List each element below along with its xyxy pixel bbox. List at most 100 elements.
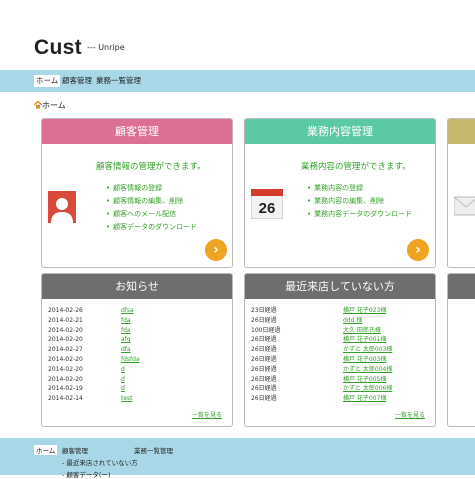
table-row: 23日経過 横戸 花子023様 bbox=[251, 306, 392, 316]
row-date: 2014-02-20 bbox=[48, 365, 83, 373]
business-feature-list: 業務内容の登録 業務内容の編集、削除 業務内容データのダウンロード bbox=[307, 182, 412, 221]
footer-home[interactable]: ホーム bbox=[34, 445, 58, 455]
table-row: 26日経過 かずと 太郎003様 bbox=[251, 345, 392, 355]
table-row: 2014-02-19 d bbox=[48, 384, 140, 394]
row-text-link[interactable]: d bbox=[121, 375, 140, 385]
recent-more-link[interactable]: 一覧を見る bbox=[395, 410, 425, 419]
table-row: 26日経過 横戸 花子003様 bbox=[251, 355, 392, 365]
row-days: 26日経過 bbox=[251, 375, 277, 383]
customer-feature-list: 顧客情報の登録 顧客情報の編集、削除 顧客へのメール配信 顧客データのダウンロー… bbox=[106, 182, 197, 234]
third-lower-panel bbox=[447, 273, 475, 427]
table-row: 26日経過 横戸 花子007様 bbox=[251, 394, 392, 404]
footer-nav: ホーム 顧客管理 業務一覧管理 - 最近来店されていない方 - 顧客データ(ー) bbox=[0, 438, 475, 479]
row-name-link[interactable]: 横戸 花子005様 bbox=[343, 375, 392, 385]
row-name-link[interactable]: かずと 太郎003様 bbox=[343, 345, 392, 355]
news-panel: お知らせ 2014-02-26 dfsa 2014-02-21 fda 2014-02-… bbox=[41, 273, 233, 427]
business-feature-item[interactable]: 業務内容の登録 bbox=[307, 182, 412, 195]
row-date: 2014-02-20 bbox=[48, 326, 83, 334]
table-row: 2014-02-20 fdsfda bbox=[48, 355, 140, 365]
news-more-link[interactable]: 一覧を見る bbox=[192, 410, 222, 419]
news-table: 2014-02-26 dfsa 2014-02-21 fda 2014-02-20 fda… bbox=[48, 306, 140, 404]
recent-visitors-panel: 最近来店していない方 23日経過 横戸 花子023様 26日経過 ddd 様 100日経… bbox=[244, 273, 436, 427]
row-text-link[interactable]: d bbox=[121, 384, 140, 394]
row-name-link[interactable]: 横戸 花子023様 bbox=[343, 306, 392, 316]
row-days: 26日経過 bbox=[251, 355, 277, 363]
row-text-link[interactable]: dfsa bbox=[121, 306, 140, 316]
table-row: 2014-02-26 dfsa bbox=[48, 306, 140, 316]
app-logo[interactable]: Cust bbox=[34, 36, 82, 60]
nav-business-list[interactable]: 業務一覧管理 bbox=[94, 75, 143, 87]
table-row: 2014-02-27 dfa bbox=[48, 345, 140, 355]
row-text-link[interactable]: fda bbox=[121, 326, 140, 336]
row-text-link[interactable]: fda bbox=[121, 316, 140, 326]
news-title: お知らせ bbox=[42, 274, 232, 299]
row-text-link[interactable]: test bbox=[121, 394, 140, 404]
footer-customer[interactable]: 顧客管理 bbox=[62, 445, 88, 455]
third-card bbox=[447, 118, 475, 268]
footer-customer-data[interactable]: - 顧客データ(ー) bbox=[62, 469, 110, 479]
table-row: 2014-02-20 afg bbox=[48, 335, 140, 345]
row-name-link[interactable]: 横戸 花子007様 bbox=[343, 394, 392, 404]
row-date: 2014-02-26 bbox=[48, 307, 83, 314]
row-text-link[interactable]: fdsfda bbox=[121, 355, 140, 365]
row-days: 26日経過 bbox=[251, 395, 277, 403]
row-text-link[interactable]: dfa bbox=[121, 345, 140, 355]
table-row: 26日経過 ddd 様 bbox=[251, 316, 392, 326]
row-date: 2014-02-20 bbox=[48, 375, 83, 383]
row-name-link[interactable]: ddd 様 bbox=[343, 316, 392, 326]
nav-home[interactable]: ホーム bbox=[34, 75, 61, 87]
business-card-title[interactable]: 業務内容管理 bbox=[245, 119, 435, 144]
customer-feature-item[interactable]: 顧客データのダウンロード bbox=[106, 221, 197, 234]
row-days: 100日経過 bbox=[251, 326, 281, 334]
table-row: 26日経過 横戸 花子005様 bbox=[251, 375, 392, 385]
home-icon bbox=[33, 100, 43, 109]
row-date: 2014-02-27 bbox=[48, 346, 83, 354]
breadcrumb-home[interactable]: ホーム bbox=[42, 101, 66, 110]
row-date: 2014-02-19 bbox=[48, 385, 83, 393]
app-tagline: --- Unripe bbox=[87, 43, 125, 52]
header: Cust --- Unripe bbox=[0, 0, 475, 70]
business-feature-item[interactable]: 業務内容の編集、削除 bbox=[307, 195, 412, 208]
row-days: 26日経過 bbox=[251, 336, 277, 344]
customer-feature-item[interactable]: 顧客へのメール配信 bbox=[106, 208, 197, 221]
customer-card-title[interactable]: 顧客管理 bbox=[42, 119, 232, 144]
row-date: 2014-02-14 bbox=[48, 395, 83, 403]
table-row: 2014-02-20 fda bbox=[48, 326, 140, 336]
recent-visitors-title: 最近来店していない方 bbox=[245, 274, 435, 299]
row-name-link[interactable]: 大久 田郎氏様 bbox=[343, 326, 392, 336]
business-card: 業務内容管理 業務内容の管理ができます。 26 業務内容の登録 業務内容の編集、… bbox=[244, 118, 436, 268]
customer-feature-item[interactable]: 顧客情報の登録 bbox=[106, 182, 197, 195]
table-row: 100日経過 大久 田郎氏様 bbox=[251, 326, 392, 336]
mail-icon bbox=[453, 191, 475, 219]
recent-visitors-table: 23日経過 横戸 花子023様 26日経過 ddd 様 100日経過 大久 田郎氏様 26日… bbox=[251, 306, 392, 404]
arrow-right-icon[interactable]: › bbox=[205, 239, 227, 261]
table-row: 26日経過 かずと 太郎004様 bbox=[251, 365, 392, 375]
customer-card-lead: 顧客情報の管理ができます。 bbox=[96, 162, 206, 172]
third-lower-panel-header bbox=[448, 274, 475, 299]
row-days: 26日経過 bbox=[251, 316, 277, 324]
customer-feature-item[interactable]: 顧客情報の編集、削除 bbox=[106, 195, 197, 208]
row-days: 26日経過 bbox=[251, 365, 277, 373]
row-date: 2014-02-20 bbox=[48, 355, 83, 363]
row-days: 26日経過 bbox=[251, 385, 277, 393]
arrow-right-icon[interactable]: › bbox=[407, 239, 429, 261]
row-name-link[interactable]: かずと 太郎006様 bbox=[343, 384, 392, 394]
footer-recent[interactable]: - 最近来店されていない方 bbox=[62, 457, 138, 467]
business-feature-item[interactable]: 業務内容データのダウンロード bbox=[307, 208, 412, 221]
table-row: 26日経過 横戸 花子001様 bbox=[251, 335, 392, 345]
customer-card: 顧客管理 顧客情報の管理ができます。 顧客情報の登録 顧客情報の編集、削除 顧客… bbox=[41, 118, 233, 268]
row-text-link[interactable]: afg bbox=[121, 335, 140, 345]
table-row: 2014-02-20 d bbox=[48, 365, 140, 375]
row-name-link[interactable]: 横戸 花子003様 bbox=[343, 355, 392, 365]
row-text-link[interactable]: d bbox=[121, 365, 140, 375]
row-days: 23日経過 bbox=[251, 307, 277, 314]
calendar-day: 26 bbox=[259, 200, 276, 217]
footer-business[interactable]: 業務一覧管理 bbox=[134, 445, 173, 455]
business-card-lead: 業務内容の管理ができます。 bbox=[301, 162, 411, 172]
row-date: 2014-02-21 bbox=[48, 316, 83, 324]
row-name-link[interactable]: 横戸 花子001様 bbox=[343, 335, 392, 345]
nav-customer[interactable]: 顧客管理 bbox=[60, 75, 94, 87]
row-name-link[interactable]: かずと 太郎004様 bbox=[343, 365, 392, 375]
global-nav: ホーム 顧客管理 業務一覧管理 bbox=[0, 70, 475, 92]
third-card-header[interactable] bbox=[448, 119, 475, 144]
